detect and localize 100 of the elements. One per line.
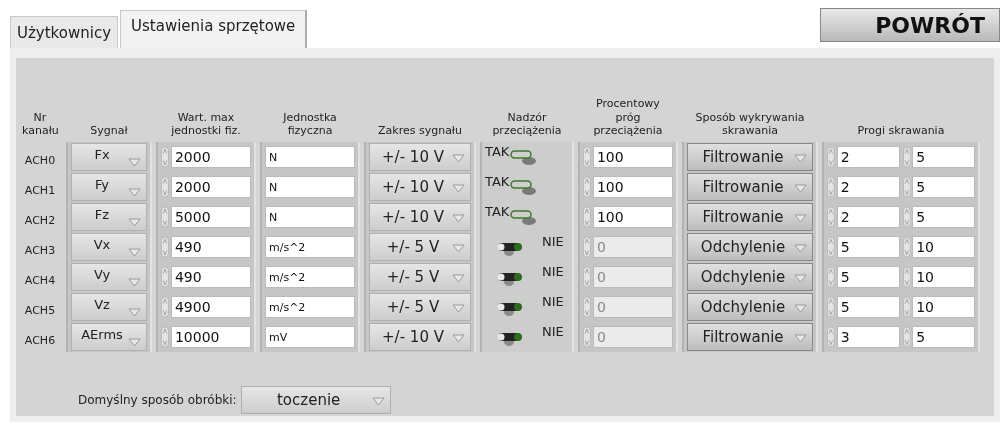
spinner-icon[interactable]	[902, 205, 911, 229]
range-dropdown[interactable]: +/- 5 V	[369, 233, 471, 261]
channel-label: ACH2	[23, 212, 57, 229]
spinner-icon[interactable]	[583, 295, 591, 319]
unit-field[interactable]: N	[265, 206, 355, 228]
range-dropdown[interactable]: +/- 5 V	[369, 263, 471, 291]
numeric-field[interactable]: 10	[912, 236, 975, 258]
caret-icon	[794, 184, 807, 193]
numeric-field[interactable]: 10000	[170, 326, 251, 348]
spinner-icon[interactable]	[902, 145, 911, 169]
spinner-icon[interactable]	[583, 235, 591, 259]
spinner-icon[interactable]	[161, 145, 169, 169]
unit-field[interactable]: N	[265, 146, 355, 168]
range-dropdown[interactable]: +/- 10 V	[369, 203, 471, 231]
spinner-icon[interactable]	[583, 205, 591, 229]
detection-dropdown[interactable]: Filtrowanie	[687, 173, 813, 201]
numeric-field[interactable]: 5	[912, 176, 975, 198]
channel-label: ACH1	[23, 182, 57, 199]
numeric-field[interactable]: 3	[836, 326, 900, 348]
numeric-field[interactable]: 10	[912, 296, 975, 318]
caret-icon	[452, 154, 465, 163]
unit-field[interactable]: m/s^2	[265, 236, 355, 258]
caret-icon	[128, 248, 141, 257]
unit-field[interactable]: m/s^2	[265, 296, 355, 318]
detection-dropdown[interactable]: Odchylenie	[687, 263, 813, 291]
spinner-icon[interactable]	[161, 205, 169, 229]
range-dropdown[interactable]: +/- 10 V	[369, 143, 471, 171]
detection-dropdown[interactable]: Filtrowanie	[687, 203, 813, 231]
detection-dropdown[interactable]: Odchylenie	[687, 293, 813, 321]
spinner-icon[interactable]	[902, 265, 911, 289]
numeric-field[interactable]: 5	[912, 326, 975, 348]
switch-label: NIE	[542, 325, 564, 338]
numeric-field[interactable]: 10	[912, 266, 975, 288]
caret-icon	[128, 338, 141, 347]
numeric-field[interactable]: 100	[592, 176, 673, 198]
range-dropdown[interactable]: +/- 5 V	[369, 293, 471, 321]
unit-field[interactable]: N	[265, 176, 355, 198]
column-header: Wart. max jednostki fiz.	[170, 110, 242, 140]
range-dropdown[interactable]: +/- 10 V	[369, 323, 471, 351]
detection-dropdown[interactable]: Filtrowanie	[687, 323, 813, 351]
numeric-field[interactable]: 490	[170, 266, 251, 288]
signal-dropdown[interactable]: Vx	[71, 233, 147, 261]
spinner-icon[interactable]	[161, 295, 169, 319]
range-dropdown[interactable]: +/- 10 V	[369, 173, 471, 201]
spinner-icon[interactable]	[583, 175, 591, 199]
spinner-icon[interactable]	[161, 265, 169, 289]
numeric-field[interactable]: 4900	[170, 296, 251, 318]
tab[interactable]: Ustawienia sprzętowe	[120, 10, 308, 48]
spinner-icon[interactable]	[583, 265, 591, 289]
unit-field[interactable]: mV	[265, 326, 355, 348]
spinner-icon[interactable]	[161, 175, 169, 199]
signal-dropdown[interactable]: Vy	[71, 263, 147, 291]
caret-icon	[371, 397, 385, 406]
caret-icon	[452, 334, 465, 343]
numeric-field[interactable]: 2	[836, 206, 900, 228]
spinner-icon[interactable]	[827, 175, 835, 199]
detection-dropdown[interactable]: Filtrowanie	[687, 143, 813, 171]
spinner-icon[interactable]	[161, 235, 169, 259]
numeric-field[interactable]: 5	[836, 236, 900, 258]
signal-dropdown[interactable]: Fx	[71, 143, 147, 171]
numeric-field[interactable]: 2	[836, 146, 900, 168]
spinner-icon[interactable]	[161, 325, 169, 349]
signal-dropdown[interactable]: AErms	[71, 323, 147, 351]
spinner-icon[interactable]	[827, 205, 835, 229]
spinner-icon[interactable]	[827, 145, 835, 169]
numeric-field[interactable]: 5	[836, 266, 900, 288]
spinner-icon[interactable]	[583, 325, 591, 349]
numeric-field[interactable]: 2000	[170, 176, 251, 198]
spinner-icon[interactable]	[827, 235, 835, 259]
signal-dropdown[interactable]: Fy	[71, 173, 147, 201]
signal-dropdown[interactable]: Vz	[71, 293, 147, 321]
machining-dropdown[interactable]: toczenie	[240, 386, 391, 414]
numeric-field[interactable]: 100	[592, 206, 673, 228]
back-button[interactable]: POWRÓT	[820, 8, 1000, 42]
numeric-field[interactable]: 2000	[170, 146, 251, 168]
switch-label: NIE	[542, 295, 564, 308]
tab[interactable]: Użytkownicy	[10, 16, 118, 48]
caret-icon	[452, 184, 465, 193]
numeric-field[interactable]: 2	[836, 176, 900, 198]
signal-dropdown[interactable]: Fz	[71, 203, 147, 231]
column-header: Jednostka fizyczna	[281, 110, 338, 140]
numeric-field[interactable]: 5000	[170, 206, 251, 228]
detection-dropdown[interactable]: Odchylenie	[687, 233, 813, 261]
spinner-icon[interactable]	[827, 325, 835, 349]
spinner-icon[interactable]	[902, 325, 911, 349]
caret-icon	[128, 188, 141, 197]
column-header: Zakres sygnału	[377, 124, 463, 140]
spinner-icon[interactable]	[902, 235, 911, 259]
caret-icon	[128, 158, 141, 167]
unit-field[interactable]: m/s^2	[265, 266, 355, 288]
numeric-field[interactable]: 5	[912, 206, 975, 228]
spinner-icon[interactable]	[902, 295, 911, 319]
numeric-field[interactable]: 5	[836, 296, 900, 318]
numeric-field[interactable]: 100	[592, 146, 673, 168]
spinner-icon[interactable]	[902, 175, 911, 199]
spinner-icon[interactable]	[827, 295, 835, 319]
numeric-field[interactable]: 5	[912, 146, 975, 168]
spinner-icon[interactable]	[583, 145, 591, 169]
spinner-icon[interactable]	[827, 265, 835, 289]
numeric-field[interactable]: 490	[170, 236, 251, 258]
